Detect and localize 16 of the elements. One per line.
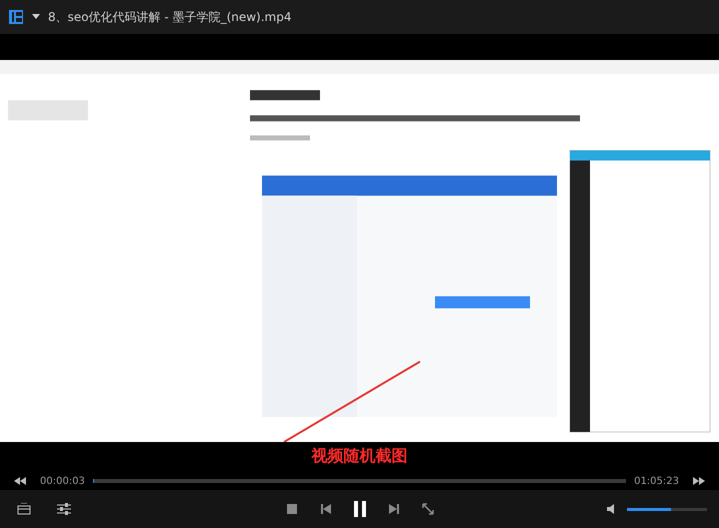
rewind-icon: [14, 477, 26, 485]
expand-icon: [422, 503, 434, 515]
subtitle: 视频随机截图: [312, 445, 408, 467]
film-icon[interactable]: [8, 9, 24, 25]
elapsed-time: 00:00:03: [40, 474, 85, 488]
caret-icon[interactable]: [32, 14, 40, 20]
pause-icon: [354, 501, 366, 517]
total-time: 01:05:23: [634, 474, 679, 488]
previous-icon: [321, 504, 331, 514]
sliders-icon: [57, 503, 71, 515]
next-icon: [389, 504, 399, 514]
window-icon: [17, 503, 31, 515]
fast-forward-icon: [693, 477, 705, 485]
stop-icon: [287, 504, 297, 514]
volume-slider[interactable]: [627, 508, 707, 510]
window-title: 8、seo优化代码讲解 - 墨子学院_(new).mp4: [48, 9, 292, 26]
